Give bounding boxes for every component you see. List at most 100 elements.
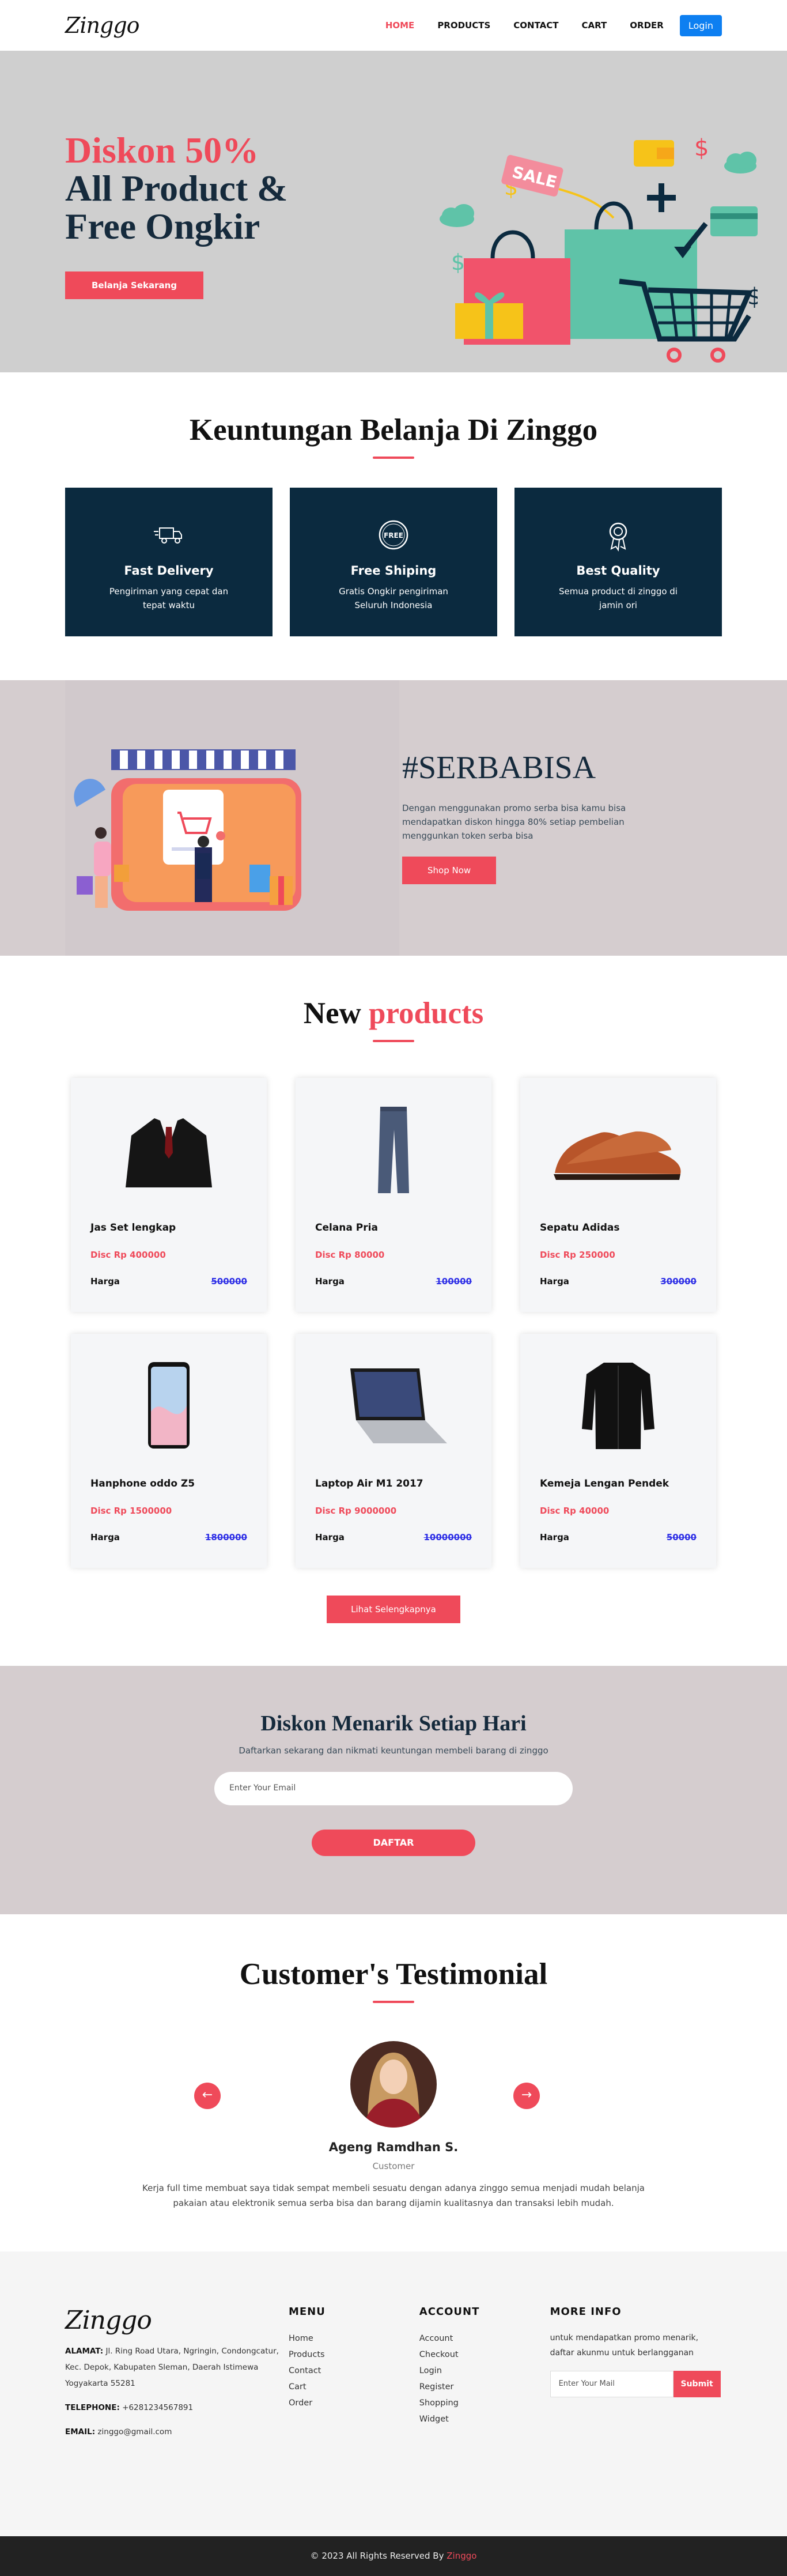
phone-image [148, 1362, 190, 1449]
product-card[interactable]: Jas Set lengkap Disc Rp 400000 Harga 5000… [71, 1078, 267, 1312]
laptop-image [350, 1368, 447, 1443]
product-card[interactable]: Laptop Air M1 2017 Disc Rp 9000000 Harga… [296, 1334, 491, 1568]
shop-now-button[interactable]: Belanja Sekarang [65, 271, 204, 299]
nav-item-home[interactable]: HOME [385, 20, 414, 31]
product-image [315, 1334, 472, 1478]
price-label: Harga [315, 1532, 345, 1542]
footer-link-widget[interactable]: Widget [419, 2411, 550, 2427]
nav-item-cart[interactable]: CART [582, 20, 607, 31]
footer-info-title: MORE INFO [550, 2306, 622, 2318]
site-logo[interactable]: Zinggo [65, 13, 140, 38]
footer-phone: TELEPHONE: +6281234567891 [65, 2400, 289, 2416]
footer-account: ACCOUNT Account Checkout Login Register … [419, 2306, 550, 2440]
feature-text: Pengiriman yang cepat dan tepat waktu [109, 586, 229, 610]
products-title: New products [65, 956, 722, 1031]
footer-link-checkout[interactable]: Checkout [419, 2347, 550, 2363]
product-grid: Jas Set lengkap Disc Rp 400000 Harga 5000… [65, 1078, 722, 1568]
footer-link-contact[interactable]: Contact [289, 2363, 419, 2379]
product-name: Laptop Air M1 2017 [315, 1478, 423, 1489]
delivery-truck-icon [154, 527, 182, 544]
address-label: ALAMAT: [65, 2347, 104, 2356]
email-label: EMAIL: [65, 2427, 96, 2437]
footer-menu-title: MENU [288, 2306, 326, 2318]
footer-link-account[interactable]: Account [419, 2330, 550, 2347]
footer-link-shopping[interactable]: Shopping [419, 2395, 550, 2411]
footer-logo[interactable]: Zinggo [65, 2306, 289, 2335]
subscribe-submit-button[interactable]: Submit [673, 2371, 721, 2397]
product-discount-price: Disc Rp 80000 [315, 1250, 385, 1260]
footer-email: EMAIL: zinggo@gmail.com [65, 2424, 289, 2440]
product-card[interactable]: Sepatu Adidas Disc Rp 250000 Harga 300000 [520, 1078, 716, 1312]
shop-now-button[interactable]: Shop Now [402, 857, 497, 884]
product-discount-price: Disc Rp 400000 [90, 1250, 166, 1260]
price-label: Harga [90, 1532, 120, 1542]
product-name: Sepatu Adidas [540, 1222, 620, 1234]
product-discount-price: Disc Rp 250000 [540, 1250, 615, 1260]
email-value[interactable]: zinggo@gmail.com [95, 2427, 172, 2437]
footer-link-login[interactable]: Login [419, 2363, 550, 2379]
serbabisa-content: #SERBABISA Dengan menggunakan promo serb… [402, 749, 667, 884]
nav-item-contact[interactable]: CONTACT [513, 20, 558, 31]
footer-link-home[interactable]: Home [289, 2330, 419, 2347]
footer-address: ALAMAT: Jl. Ring Road Utara, Ngringin, C… [65, 2343, 289, 2392]
testimonial-slider: ← → [0, 2041, 787, 2128]
product-name: Celana Pria [315, 1222, 378, 1234]
product-image [90, 1334, 247, 1478]
nav-item-order[interactable]: ORDER [630, 20, 664, 31]
footer-link-cart[interactable]: Cart [289, 2379, 419, 2395]
newsletter-text: Daftarkan sekarang dan nikmati keuntunga… [239, 1745, 548, 1756]
footer-more-info: MORE INFO untuk mendapatkan promo menari… [550, 2306, 722, 2440]
advantages-title: Keuntungan Belanja Di Zinggo [189, 413, 598, 447]
products-title-new: New [303, 997, 361, 1030]
product-image [315, 1078, 472, 1222]
feature-card-delivery: Fast Delivery Pengiriman yang cepat dan … [65, 488, 273, 636]
products-title-highlight: products [369, 997, 484, 1030]
new-products-section: New products Jas Set lengkap Disc Rp 400… [0, 956, 787, 1666]
copyright-bar: © 2023 All Rights Reserved By Zinggo [0, 2536, 787, 2576]
product-card[interactable]: Celana Pria Disc Rp 80000 Harga 100000 [296, 1078, 491, 1312]
avatar [350, 2041, 437, 2128]
prev-arrow-button[interactable]: ← [194, 2083, 221, 2109]
copyright-text: © 2023 All Rights Reserved By [310, 2551, 447, 2561]
price-label: Harga [315, 1276, 345, 1287]
footer-menu: MENU Home Products Contact Cart Order [289, 2306, 419, 2440]
price-label: Harga [90, 1276, 120, 1287]
title-underline [373, 2001, 414, 2003]
footer-link-products[interactable]: Products [289, 2347, 419, 2363]
register-button[interactable]: DAFTAR [312, 1830, 475, 1856]
hero-banner: Diskon 50% All Product & Free Ongkir Bel… [0, 51, 787, 372]
subscribe-email-input[interactable]: Enter Your Mail [550, 2371, 674, 2397]
nav-item-products[interactable]: PRODUCTS [437, 20, 490, 31]
cart-wheel-left [667, 348, 682, 363]
copyright-brand-link[interactable]: Zinggo [447, 2551, 476, 2561]
advantages-section: Keuntungan Belanja Di Zinggo Fast Delive… [0, 372, 787, 680]
next-arrow-button[interactable]: → [513, 2083, 540, 2109]
testimonial-role: Customer [372, 2161, 415, 2171]
cart-wheel-right [710, 348, 725, 363]
footer-link-register[interactable]: Register [419, 2379, 550, 2395]
email-input[interactable]: Enter Your Email [214, 1772, 573, 1805]
feature-text: Semua product di zinggo di jamin ori [559, 586, 678, 610]
newsletter-title: Diskon Menarik Setiap Hari [260, 1711, 527, 1736]
product-name: Jas Set lengkap [90, 1222, 176, 1234]
product-image [90, 1078, 247, 1222]
price-label: Harga [540, 1276, 569, 1287]
feature-title: Best Quality [576, 564, 660, 578]
product-original-price: 100000 [436, 1276, 472, 1287]
product-image [540, 1078, 697, 1222]
product-card[interactable]: Hanphone oddo Z5 Disc Rp 1500000 Harga 18… [71, 1334, 267, 1568]
footer-info-text: untuk mendapatkan promo menarik, daftar … [550, 2333, 699, 2358]
product-discount-price: Disc Rp 40000 [540, 1506, 610, 1516]
footer-link-order[interactable]: Order [289, 2395, 419, 2411]
subscribe-form: Enter Your Mail Submit [550, 2371, 722, 2397]
product-name: Hanphone oddo Z5 [90, 1478, 195, 1489]
login-button[interactable]: Login [679, 14, 722, 36]
product-discount-price: Disc Rp 1500000 [90, 1506, 172, 1516]
feature-card-free-shipping: FREE Free Shiping Gratis Ongkir pengirim… [290, 488, 497, 636]
see-more-button[interactable]: Lihat Selengkapnya [327, 1596, 460, 1623]
product-card[interactable]: Kemeja Lengan Pendek Disc Rp 40000 Harga… [520, 1334, 716, 1568]
shoe-image [554, 1131, 681, 1180]
phone-label: TELEPHONE: [65, 2403, 120, 2412]
product-original-price: 500000 [211, 1276, 247, 1287]
product-name: Kemeja Lengan Pendek [540, 1478, 669, 1489]
